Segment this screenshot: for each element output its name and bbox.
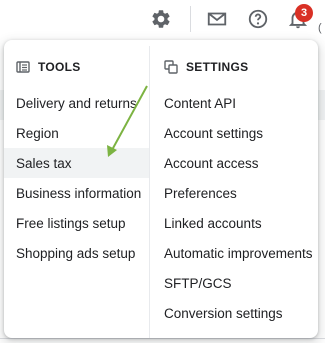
tools-header-label: TOOLS [38, 60, 81, 74]
help-button[interactable] [245, 6, 271, 32]
menu-item-business-information[interactable]: Business information [4, 178, 149, 208]
settings-icon [164, 60, 178, 74]
menu-item-conversion-settings[interactable]: Conversion settings [150, 298, 318, 328]
mail-button[interactable] [204, 6, 230, 32]
menu-item-shopping-ads-setup[interactable]: Shopping ads setup [4, 238, 149, 268]
settings-gear-button[interactable] [148, 6, 174, 32]
menu-item-preferences[interactable]: Preferences [150, 178, 318, 208]
tools-settings-menu: TOOLS Delivery and returns Region Sales … [4, 40, 318, 338]
menu-item-automatic-improvements[interactable]: Automatic improvements [150, 238, 318, 268]
truncated-edge-text: ( [318, 22, 322, 34]
settings-header: SETTINGS [164, 57, 248, 77]
menu-item-free-listings-setup[interactable]: Free listings setup [4, 208, 149, 238]
tools-icon [16, 60, 30, 74]
menu-item-account-settings[interactable]: Account settings [150, 118, 318, 148]
toolbar-separator [190, 6, 191, 32]
settings-header-label: SETTINGS [186, 60, 249, 74]
menu-item-content-api[interactable]: Content API [150, 88, 318, 118]
mail-icon [207, 12, 227, 26]
menu-item-sales-tax[interactable]: Sales tax [4, 148, 149, 178]
menu-item-sftp-gcs[interactable]: SFTP/GCS [150, 268, 318, 298]
notification-badge: 3 [295, 4, 313, 22]
gear-icon [152, 10, 170, 28]
background-divider [0, 338, 325, 339]
menu-item-linked-accounts[interactable]: Linked accounts [150, 208, 318, 238]
help-icon [248, 9, 268, 29]
menu-item-region[interactable]: Region [4, 118, 149, 148]
menu-item-delivery-and-returns[interactable]: Delivery and returns [4, 88, 149, 118]
tools-header: TOOLS [16, 57, 81, 77]
menu-item-account-access[interactable]: Account access [150, 148, 318, 178]
